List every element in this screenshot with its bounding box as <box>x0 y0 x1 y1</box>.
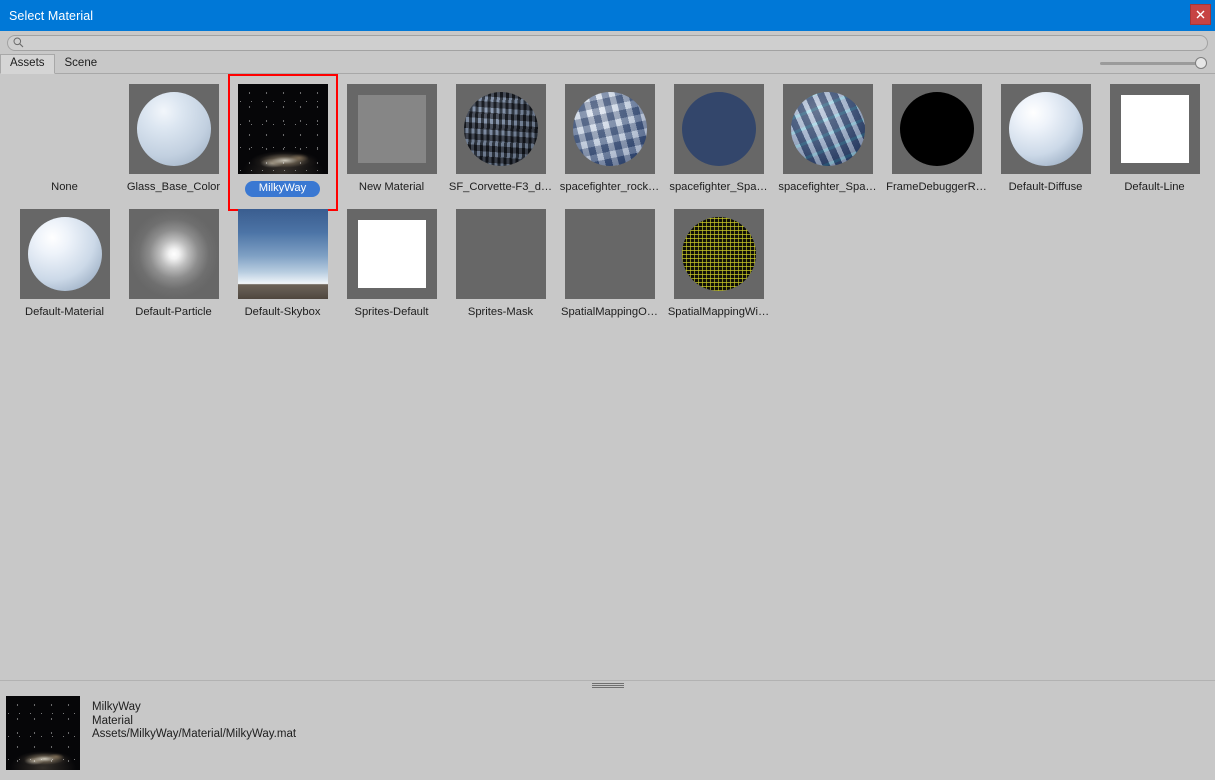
material-thumbnail <box>19 209 110 299</box>
material-thumbnail <box>1000 84 1091 174</box>
material-label: Default-Skybox <box>244 306 321 318</box>
material-label: None <box>51 181 78 193</box>
material-label: FrameDebuggerR… <box>886 181 987 193</box>
slider-knob[interactable] <box>1195 57 1207 69</box>
window-title: Select Material <box>9 8 94 23</box>
material-thumbnail-wrap <box>673 84 764 174</box>
material-grid: None Glass_Base_Color MilkyWay New Material… <box>0 74 1215 332</box>
material-thumbnail <box>891 84 982 174</box>
material-label: spacefighter_Spa… <box>778 181 877 193</box>
material-thumbnail-wrap <box>1000 84 1091 174</box>
material-item[interactable]: New Material <box>337 82 446 207</box>
material-thumbnail <box>455 209 546 299</box>
tab-scene[interactable]: Scene <box>55 54 108 73</box>
material-thumbnail <box>782 84 873 174</box>
material-label: SpatialMappingO… <box>560 306 658 318</box>
material-label: Sprites-Mask <box>467 306 534 318</box>
material-label: spacefighter_Spa… <box>669 181 768 193</box>
close-button[interactable] <box>1190 4 1211 25</box>
material-thumbnail <box>128 209 219 299</box>
material-thumbnail <box>237 84 328 174</box>
material-thumbnail <box>673 84 764 174</box>
tab-assets[interactable]: Assets <box>0 54 55 74</box>
material-item[interactable]: Sprites-Mask <box>446 207 555 332</box>
material-item[interactable]: Default-Diffuse <box>991 82 1100 207</box>
material-thumbnail <box>673 209 764 299</box>
select-material-dialog: Select Material Assets Scene None Glass_… <box>0 0 1215 780</box>
material-item[interactable]: FrameDebuggerR… <box>882 82 991 207</box>
material-item[interactable]: SpatialMappingO… <box>555 207 664 332</box>
search-field[interactable] <box>7 34 1208 51</box>
material-thumbnail-wrap <box>673 209 764 299</box>
material-thumbnail-wrap <box>891 84 982 174</box>
slider-track <box>1100 62 1207 65</box>
material-item[interactable]: SpatialMappingWi… <box>664 207 773 332</box>
material-label: Sprites-Default <box>354 306 429 318</box>
details-thumbnail <box>6 696 80 770</box>
material-thumbnail <box>20 84 110 174</box>
material-item[interactable]: None <box>10 82 119 207</box>
material-thumbnail-wrap <box>782 84 873 174</box>
search-icon <box>13 37 24 48</box>
material-label: Glass_Base_Color <box>126 181 221 193</box>
material-label: Default-Particle <box>135 306 212 318</box>
material-item[interactable]: Sprites-Default <box>337 207 446 332</box>
material-thumbnail-wrap <box>128 84 219 174</box>
close-icon <box>1196 10 1205 19</box>
material-item[interactable]: Default-Skybox <box>228 207 337 332</box>
material-item[interactable]: spacefighter_Spa… <box>773 82 882 207</box>
material-thumbnail <box>1109 84 1200 174</box>
material-thumbnail-wrap <box>128 209 219 299</box>
material-item[interactable]: spacefighter_rock… <box>555 82 664 207</box>
material-item[interactable]: SF_Corvette-F3_d… <box>446 82 555 207</box>
splitter-grip-icon <box>591 683 624 688</box>
tab-bar: Assets Scene <box>0 54 1215 74</box>
material-item[interactable]: Default-Line <box>1100 82 1209 207</box>
material-label: Default-Line <box>1124 181 1185 193</box>
material-grid-area: None Glass_Base_Color MilkyWay New Material… <box>0 74 1215 680</box>
material-thumbnail <box>346 84 437 174</box>
material-thumbnail-wrap <box>564 84 655 174</box>
title-bar: Select Material <box>0 0 1215 31</box>
material-label: SF_Corvette-F3_d… <box>448 181 553 193</box>
material-thumbnail <box>455 84 546 174</box>
material-label: New Material <box>358 181 425 193</box>
details-name: MilkyWay <box>92 701 141 713</box>
material-thumbnail <box>237 209 328 299</box>
material-label: spacefighter_rock… <box>559 181 660 193</box>
search-bar <box>0 31 1215 54</box>
details-panel: MilkyWay Material Assets/MilkyWay/Materi… <box>0 690 1215 780</box>
material-item[interactable]: Default-Particle <box>119 207 228 332</box>
details-text: MilkyWay Material Assets/MilkyWay/Materi… <box>92 696 296 742</box>
material-thumbnail-wrap <box>1109 84 1200 174</box>
material-thumbnail-wrap <box>455 84 546 174</box>
material-thumbnail <box>346 209 437 299</box>
material-thumbnail-wrap <box>20 84 110 174</box>
material-thumbnail <box>128 84 219 174</box>
material-thumbnail-wrap <box>455 209 546 299</box>
material-label: Default-Diffuse <box>1008 181 1083 193</box>
search-input[interactable] <box>24 35 1207 50</box>
thumbnail-size-slider[interactable] <box>1100 57 1207 70</box>
material-item[interactable]: spacefighter_Spa… <box>664 82 773 207</box>
material-thumbnail-wrap <box>19 209 110 299</box>
material-item[interactable]: MilkyWay <box>227 74 338 211</box>
material-thumbnail <box>564 209 655 299</box>
material-thumbnail-wrap <box>564 209 655 299</box>
material-thumbnail-wrap <box>346 84 437 174</box>
panel-splitter[interactable] <box>0 680 1215 690</box>
material-item[interactable]: Default-Material <box>10 207 119 332</box>
material-thumbnail-wrap <box>346 209 437 299</box>
details-path: Assets/MilkyWay/Material/MilkyWay.mat <box>92 728 297 740</box>
material-thumbnail <box>564 84 655 174</box>
material-thumbnail-wrap <box>237 84 328 174</box>
material-item[interactable]: Glass_Base_Color <box>119 82 228 207</box>
details-type: Material <box>92 714 133 727</box>
material-label: MilkyWay <box>244 181 321 197</box>
material-thumbnail-wrap <box>237 209 328 299</box>
material-label: SpatialMappingWi… <box>667 306 770 318</box>
material-label: Default-Material <box>25 306 104 318</box>
